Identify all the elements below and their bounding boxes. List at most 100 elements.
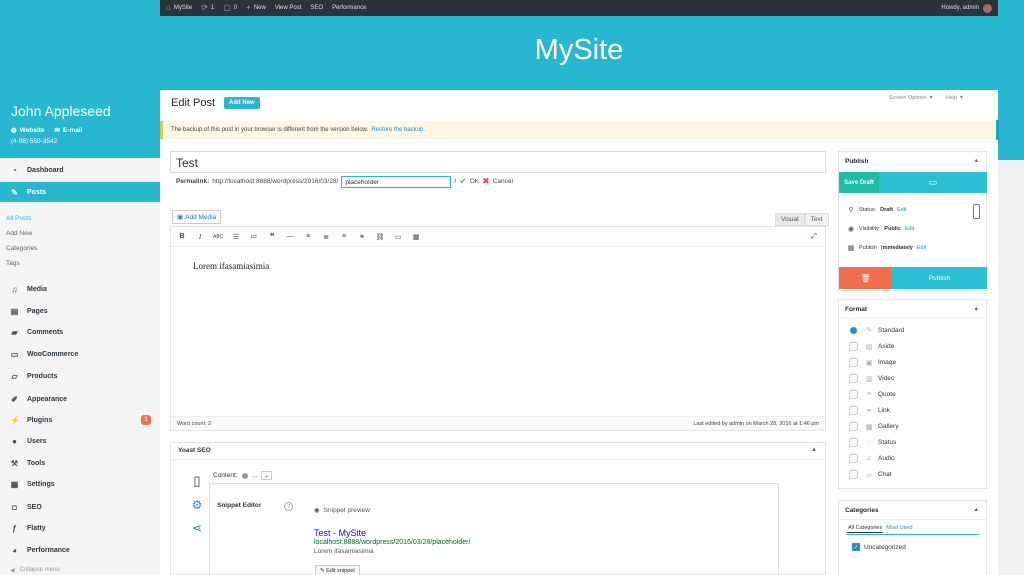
publish-button[interactable]: Publish: [892, 267, 987, 289]
admin-bar-updates[interactable]: ⟳ 1: [201, 4, 214, 12]
link-icon[interactable]: ⚭: [357, 233, 367, 241]
align-left-icon[interactable]: ≡: [303, 233, 313, 240]
tab-visual[interactable]: Visual: [775, 213, 805, 226]
scrollbar[interactable]: [996, 120, 999, 140]
traffic-light-icon[interactable]: ▯: [189, 473, 205, 489]
edit-status-link[interactable]: Edit: [897, 207, 906, 213]
bullet-list-icon[interactable]: ☰: [231, 233, 241, 241]
admin-bar-comments[interactable]: ▢ 0: [223, 4, 237, 12]
admin-bar-site[interactable]: ⌂ MySite: [166, 4, 192, 12]
gear-icon[interactable]: ⚙: [189, 498, 205, 512]
sidebar-item-users[interactable]: ● Users: [0, 431, 160, 451]
format-option-chat[interactable]: ▱ Chat: [849, 470, 892, 479]
email-link[interactable]: ✉ E-mail: [54, 126, 82, 135]
edit-snippet-button[interactable]: ✎ Edit snippet: [315, 565, 360, 575]
radio[interactable]: [849, 342, 858, 351]
help-button[interactable]: Help ▼: [946, 95, 964, 101]
unlink-icon[interactable]: ⛓: [375, 233, 385, 241]
format-option-gallery[interactable]: ▩ Gallery: [849, 422, 899, 431]
sidebar-item-settings[interactable]: ▦ Settings: [0, 474, 160, 494]
sidebar-item-tools[interactable]: ⚒ Tools: [0, 453, 160, 473]
radio-selected[interactable]: [850, 326, 857, 334]
caret-up-icon[interactable]: ▲: [974, 507, 979, 513]
tab-all-categories[interactable]: All Categories: [847, 525, 884, 533]
sidebar-sub-all-posts[interactable]: All Posts: [6, 215, 31, 222]
caret-up-icon[interactable]: ▲: [811, 447, 817, 453]
format-option-status[interactable]: ◌ Status: [849, 438, 896, 447]
slug-input[interactable]: placeholder: [341, 175, 452, 188]
bold-icon[interactable]: B: [177, 233, 187, 240]
sidebar-item-products[interactable]: ▱ Products: [0, 366, 160, 386]
format-option-video[interactable]: ▥ Video: [849, 374, 895, 383]
sidebar-item-posts[interactable]: ✎ Posts: [0, 182, 160, 202]
format-option-standard[interactable]: ✎ Standard: [849, 326, 904, 334]
sidebar-sub-categories[interactable]: Categories: [6, 245, 37, 252]
permalink-ok-button[interactable]: OK: [470, 178, 479, 185]
sidebar-item-dashboard[interactable]: ◔ Dashboard: [0, 160, 160, 180]
radio[interactable]: [849, 422, 858, 431]
sidebar-sub-add-new[interactable]: Add New: [6, 230, 32, 237]
snippet-title[interactable]: Test - MySite: [314, 528, 366, 538]
format-option-link[interactable]: ⚭ Link: [849, 406, 890, 415]
radio[interactable]: [849, 374, 858, 383]
radio[interactable]: [849, 454, 858, 463]
numbered-list-icon[interactable]: ≔: [249, 233, 259, 241]
save-draft-button[interactable]: Save Draft: [839, 172, 879, 193]
sidebar-item-seo[interactable]: ◘ SEO: [0, 497, 160, 517]
admin-bar-seo[interactable]: SEO: [310, 5, 323, 11]
caret-up-icon[interactable]: ▲: [974, 306, 979, 312]
restore-backup-link[interactable]: Restore the backup.: [371, 127, 425, 133]
sidebar-item-performance[interactable]: ◕ Performance: [0, 540, 160, 560]
strikethrough-icon[interactable]: ABC: [213, 234, 223, 240]
add-media-button[interactable]: ▣ Add Media: [172, 210, 222, 224]
category-uncategorized[interactable]: ✓ Uncategorized: [852, 543, 906, 551]
edit-visibility-link[interactable]: Edit: [905, 226, 914, 232]
checkbox-checked[interactable]: ✓: [852, 543, 860, 551]
sidebar-item-flatty[interactable]: ƒ Flatty: [0, 518, 160, 538]
toolbar-toggle-icon[interactable]: ▦: [411, 233, 421, 241]
add-new-button[interactable]: Add New: [224, 97, 260, 109]
horizontal-rule-icon[interactable]: —: [285, 233, 295, 240]
trash-button[interactable]: 🗑: [839, 267, 892, 289]
editor-content[interactable]: Lorem ifasamiasimia: [193, 261, 269, 271]
screen-options-button[interactable]: Screen Options ▼: [889, 95, 934, 101]
radio[interactable]: [849, 438, 858, 447]
post-title-input[interactable]: Test: [170, 151, 826, 173]
collapse-menu[interactable]: ◀ Collapse menu: [10, 567, 60, 574]
caret-up-icon[interactable]: ▲: [974, 158, 979, 164]
radio[interactable]: [849, 358, 858, 367]
admin-bar-performance[interactable]: Performance: [332, 5, 366, 11]
permalink-cancel-button[interactable]: Cancel: [493, 178, 513, 185]
sidebar-item-pages[interactable]: ▤ Pages: [0, 301, 160, 321]
sidebar-item-media[interactable]: ♫ Media: [0, 279, 160, 299]
format-header[interactable]: Format ▲: [839, 300, 986, 319]
tab-text[interactable]: Text: [804, 213, 829, 226]
tab-most-used[interactable]: Most Used: [886, 525, 912, 533]
website-link[interactable]: ◍ Website: [11, 126, 44, 135]
italic-icon[interactable]: I: [195, 233, 205, 241]
share-icon[interactable]: ⋖: [189, 521, 205, 535]
publish-header[interactable]: Publish ▲: [839, 152, 986, 171]
yoast-header[interactable]: Yoast SEO ▲: [171, 443, 825, 460]
preview-button[interactable]: ▭: [879, 172, 987, 193]
blockquote-icon[interactable]: ❝: [267, 231, 277, 242]
sidebar-item-woocommerce[interactable]: ▭ WooCommerce: [0, 344, 160, 364]
radio[interactable]: [849, 390, 858, 399]
admin-bar-account[interactable]: Howdy, admin: [941, 3, 992, 13]
sidebar-item-plugins[interactable]: ⚡ Plugins 1: [0, 410, 160, 430]
help-icon[interactable]: ?: [284, 502, 293, 511]
sidebar-sub-tags[interactable]: Tags: [6, 260, 20, 267]
format-option-aside[interactable]: ▤ Aside: [849, 342, 894, 351]
edit-schedule-link[interactable]: Edit: [917, 245, 926, 251]
radio[interactable]: [849, 470, 858, 479]
align-right-icon[interactable]: ≡: [339, 233, 349, 240]
format-option-quote[interactable]: ❝ Quote: [849, 390, 896, 399]
admin-bar-view-post[interactable]: View Post: [275, 5, 302, 11]
chevron-down-icon[interactable]: ⌄: [261, 471, 273, 480]
fullscreen-icon[interactable]: ⤢: [809, 233, 819, 241]
align-center-icon[interactable]: ≣: [321, 233, 331, 241]
sidebar-item-comments[interactable]: ▰ Comments: [0, 322, 160, 342]
format-option-audio[interactable]: ♫ Audio: [849, 454, 895, 463]
format-option-image[interactable]: ▣ Image: [849, 358, 896, 367]
radio[interactable]: [849, 406, 858, 415]
